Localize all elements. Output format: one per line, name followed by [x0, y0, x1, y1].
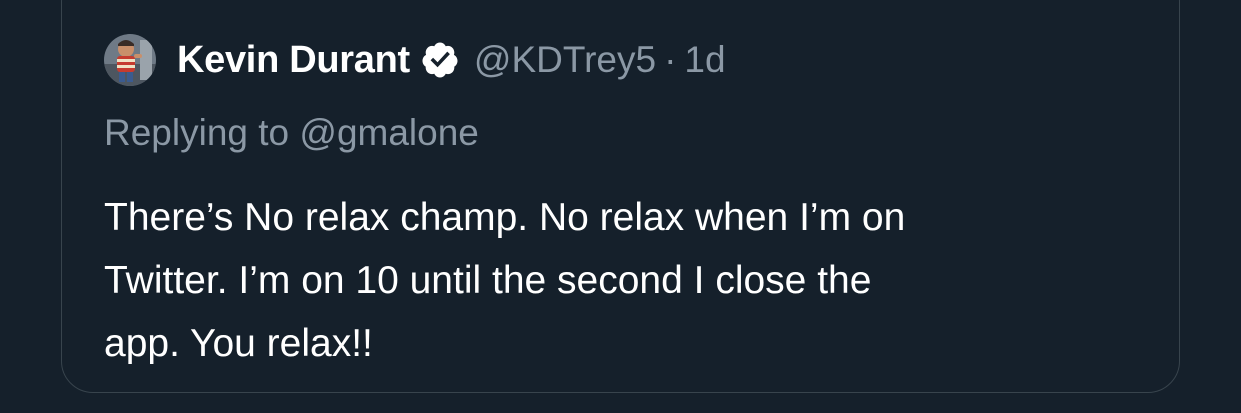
tweet-timestamp[interactable]: 1d	[684, 39, 725, 81]
reply-mention-link[interactable]: @gmalone	[299, 112, 479, 153]
tweet-text-line: There’s No relax champ. No relax when I’…	[104, 196, 906, 239]
replying-to: Replying to @gmalone	[104, 112, 479, 154]
tweet-text: There’s No relax champ. No relax when I’…	[104, 186, 1144, 375]
tweet-text-line: Twitter. I’m on 10 until the second I cl…	[104, 259, 872, 302]
verified-badge-icon	[420, 40, 460, 80]
tweet-header: Kevin Durant @KDTrey5 · 1d	[104, 34, 726, 86]
avatar[interactable]	[104, 34, 156, 86]
separator-dot: ·	[664, 39, 677, 80]
tweet-text-line: app. You relax!!	[104, 322, 373, 365]
author-handle[interactable]: @KDTrey5	[474, 39, 656, 81]
author-name[interactable]: Kevin Durant	[177, 39, 410, 82]
reply-prefix: Replying to	[104, 112, 290, 153]
